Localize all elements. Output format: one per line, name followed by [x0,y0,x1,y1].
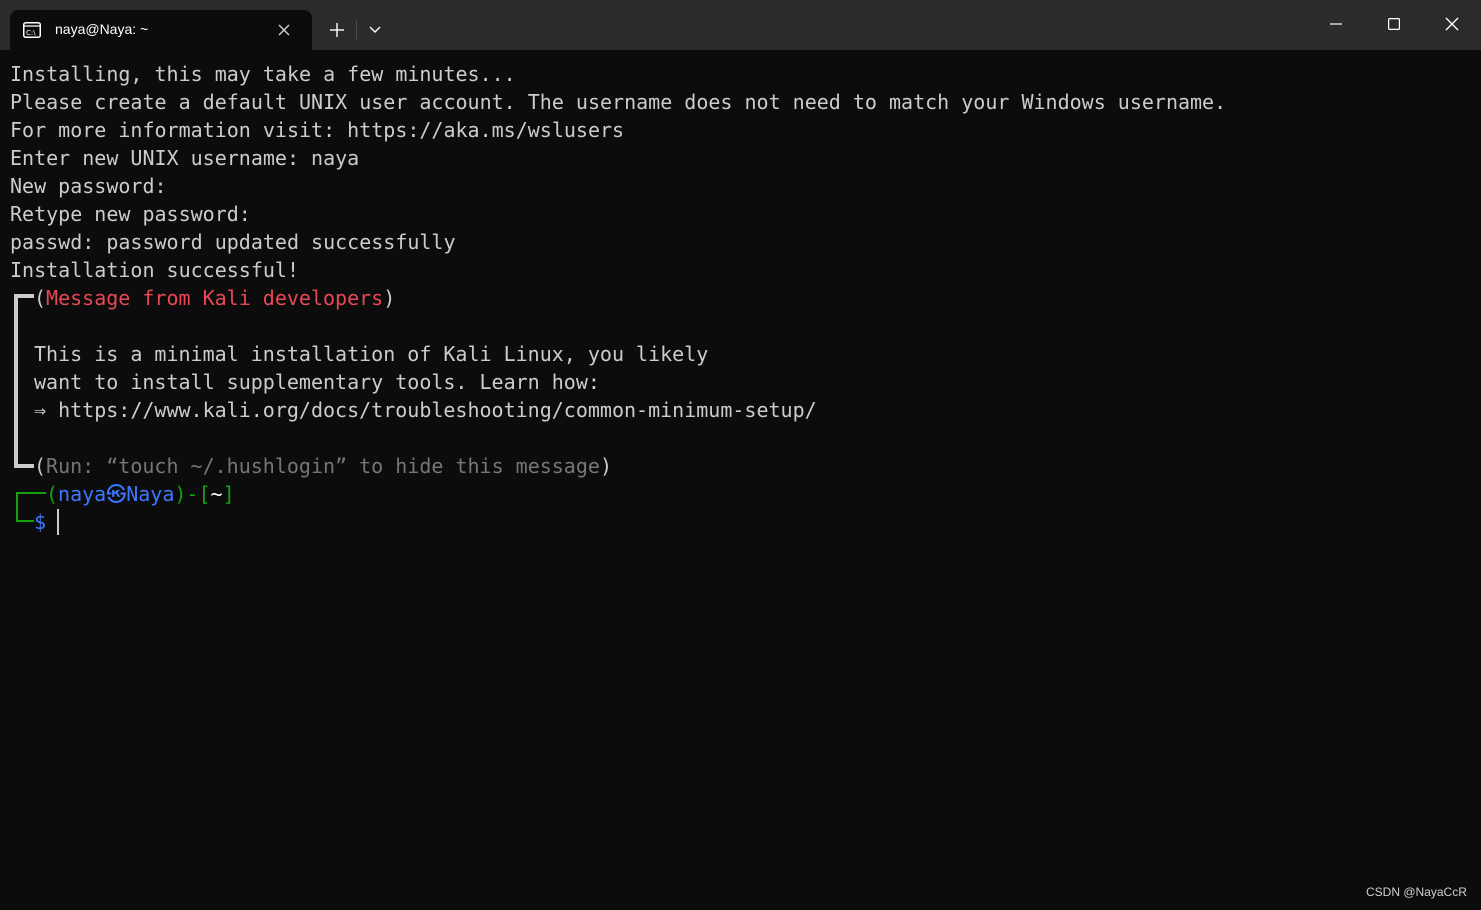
output-line: For more information visit: https://aka.… [10,118,625,142]
paren: ( [34,286,47,310]
svg-text:C:\: C:\ [26,29,36,37]
prompt-close: ] [222,482,235,506]
output-line: Retype new password: [10,202,251,226]
prompt-open: ( [46,482,59,506]
output-line: Installing, this may take a few minutes.… [10,62,516,86]
prompt-at: ㉿ [106,482,127,506]
prompt-line-bottom [16,520,34,522]
minimize-icon[interactable] [1307,0,1365,48]
message-heading: Message from Kali developers [46,286,384,310]
message-bracket-bottom [14,464,34,468]
message-body-line: This is a minimal installation of Kali L… [34,342,709,366]
tab-active[interactable]: C:\ naya@Naya: ~ [10,10,312,50]
text-cursor[interactable] [57,509,59,535]
message-footer: Run: “touch ~/.hushlogin” to hide this m… [46,454,600,478]
output-line: passwd: password updated successfully [10,230,456,254]
message-footer-line: (Run: “touch ~/.hushlogin” to hide this … [34,452,612,480]
paren: ) [599,454,612,478]
message-heading-line: (Message from Kali developers) [34,284,395,312]
chevron-down-icon[interactable] [360,16,390,44]
close-window-icon[interactable] [1423,0,1481,48]
prompt-path: ~ [210,482,223,506]
terminal-window: C:\ naya@Naya: ~ Installing, this may ta… [0,0,1481,910]
message-link-line: ⇒ https://www.kali.org/docs/troubleshoot… [34,398,817,422]
prompt-line-side [16,492,18,522]
plus-icon[interactable] [322,16,352,44]
title-bar[interactable]: C:\ naya@Naya: ~ [0,0,1481,50]
tab-divider [356,20,357,40]
output-line: Please create a default UNIX user accoun… [10,90,1227,114]
prompt-line-top [16,492,46,494]
maximize-icon[interactable] [1365,0,1423,48]
tab-title: naya@Naya: ~ [55,21,149,37]
output-line: Enter new UNIX username: naya [10,146,360,170]
terminal-icon: C:\ [23,22,41,38]
prompt-separator: )-[ [174,482,211,506]
prompt-symbol: $ [34,510,47,534]
paren: ) [383,286,396,310]
output-line: Installation successful! [10,258,299,282]
prompt-header: (naya㉿Naya)-[~] [46,480,235,508]
terminal-output[interactable]: Installing, this may take a few minutes.… [0,60,1481,910]
watermark: CSDN @NayaCcR [1366,885,1467,899]
close-icon[interactable] [272,18,296,42]
message-body-line: want to install supplementary tools. Lea… [34,370,600,394]
message-bracket-side [14,294,18,468]
prompt-user: naya [58,482,107,506]
output-line: New password: [10,174,167,198]
paren: ( [34,454,47,478]
prompt-host: Naya [126,482,175,506]
